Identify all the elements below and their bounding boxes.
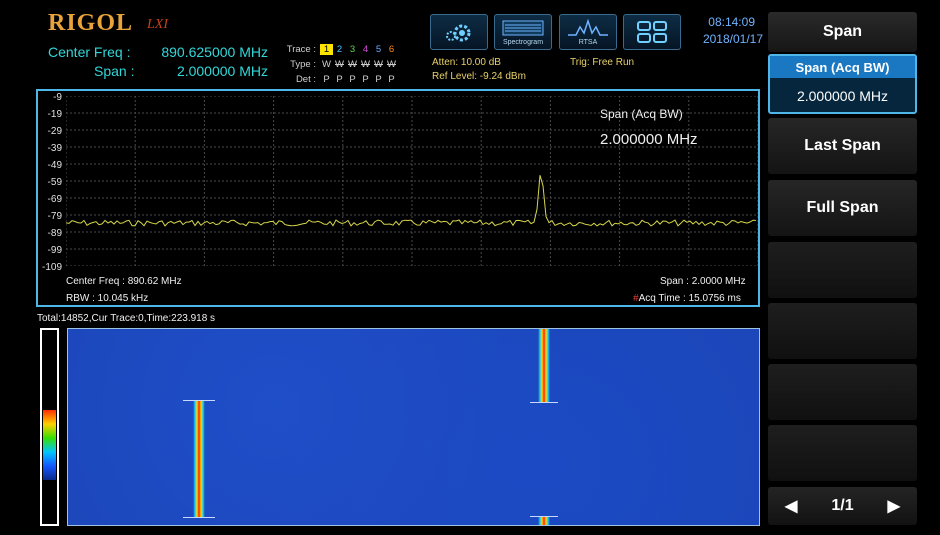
det-label: Det : — [295, 74, 316, 85]
type-label: Type : — [290, 59, 316, 70]
center-freq-value[interactable]: 890.625000 MHz — [148, 44, 268, 60]
trace-det: P — [323, 74, 330, 85]
trace-5[interactable]: 5 — [372, 44, 385, 55]
trace-det: P — [375, 74, 382, 85]
span-readout: Span : 2.0000 MHz — [660, 276, 746, 287]
trace-det: P — [388, 74, 395, 85]
stripe-edge — [183, 517, 215, 518]
rtsa-icon — [568, 18, 608, 36]
ref-level-value[interactable]: Ref Level: -9.24 dBm — [432, 71, 526, 82]
atten-value[interactable]: Atten: 10.00 dB — [432, 57, 501, 68]
empty-softkey[interactable] — [768, 303, 917, 359]
signal-stripe — [193, 401, 205, 518]
last-span-softkey[interactable]: Last Span — [768, 118, 917, 174]
spectrogram-button-label: Spectrogram — [502, 38, 544, 46]
color-scale-bar — [40, 328, 59, 526]
next-page-icon[interactable]: ▶ — [888, 496, 900, 516]
trace-type: W — [387, 59, 396, 70]
rtsa-button[interactable]: RTSA — [559, 14, 617, 50]
empty-softkey[interactable] — [768, 364, 917, 420]
y-tick-label: -9 — [53, 92, 62, 103]
grid-icon — [637, 21, 667, 43]
y-tick-label: -79 — [47, 211, 62, 222]
clock-time: 08:14:09 — [708, 15, 755, 29]
y-tick-label: -99 — [47, 245, 62, 256]
rigol-logo: RIGOL — [48, 10, 134, 36]
acq-time-readout: #Acq Time : 15.0756 ms — [633, 293, 741, 304]
y-tick-label: -59 — [47, 177, 62, 188]
spectrogram-waterfall[interactable] — [67, 328, 760, 526]
trace-type: W — [335, 59, 344, 70]
span-label: Span : — [94, 63, 135, 79]
spectrogram-icon — [502, 20, 544, 35]
trigger-status[interactable]: Trig: Free Run — [570, 57, 634, 68]
y-tick-label: -19 — [47, 109, 62, 120]
prev-page-icon[interactable]: ◀ — [785, 496, 797, 516]
stripe-edge — [183, 400, 215, 401]
stripe-edge — [530, 516, 558, 517]
spectrum-trace — [66, 175, 757, 227]
full-span-softkey[interactable]: Full Span — [768, 180, 917, 236]
spectrogram-button[interactable]: Spectrogram — [494, 14, 552, 50]
trace-det: P — [349, 74, 356, 85]
trace-det: P — [362, 74, 369, 85]
empty-softkey[interactable] — [768, 242, 917, 298]
layout-button[interactable] — [623, 14, 681, 50]
span-acq-bw-value: 2.000000 MHz — [796, 88, 889, 104]
y-tick-label: -69 — [47, 194, 62, 205]
trace-2[interactable]: 2 — [333, 44, 346, 55]
lxi-logo: LXI — [147, 17, 168, 32]
page-indicator: 1/1 — [831, 497, 854, 514]
overlay-title: Span (Acq BW) — [600, 107, 683, 121]
span-acq-bw-softkey[interactable]: Span (Acq BW) 2.000000 MHz — [768, 54, 917, 114]
trace-det: P — [336, 74, 343, 85]
clock-date: 2018/01/17 — [702, 32, 763, 46]
signal-stripe — [538, 329, 550, 403]
menu-title: Span — [768, 12, 917, 52]
settings-button[interactable] — [430, 14, 488, 50]
y-tick-label: -39 — [47, 143, 62, 154]
rbw-readout: RBW : 10.045 kHz — [66, 293, 149, 304]
y-tick-label: -49 — [47, 160, 62, 171]
center-freq-label: Center Freq : — [48, 44, 131, 60]
empty-softkey[interactable] — [768, 425, 917, 481]
trace-4[interactable]: 4 — [359, 44, 372, 55]
color-scale-gradient — [43, 410, 56, 480]
spectrum-plot[interactable] — [66, 96, 758, 266]
stripe-edge — [530, 402, 558, 403]
signal-stripe — [538, 517, 550, 525]
trace-type: W — [361, 59, 370, 70]
trace-6[interactable]: 6 — [385, 44, 398, 55]
y-tick-label: -29 — [47, 126, 62, 137]
center-freq-readout: Center Freq : 890.62 MHz — [66, 276, 182, 287]
span-acq-bw-label: Span (Acq BW) — [770, 56, 915, 78]
rtsa-button-label: RTSA — [578, 38, 598, 46]
trace-type: W — [348, 59, 357, 70]
trace-type: W — [322, 59, 331, 70]
trace-label: Trace : — [286, 44, 316, 55]
span-value[interactable]: 2.000000 MHz — [148, 63, 268, 79]
trace-3[interactable]: 3 — [346, 44, 359, 55]
page-navigator[interactable]: ◀ 1/1 ▶ — [768, 487, 917, 525]
trace-table[interactable]: Trace : 1 2 3 4 5 6 Type : W W W W W W D… — [278, 42, 398, 87]
gear-icon — [446, 24, 471, 42]
overlay-value: 2.000000 MHz — [600, 131, 698, 148]
trace-type: W — [374, 59, 383, 70]
spectrogram-header: Total:14852,Cur Trace:0,Time:223.918 s — [37, 313, 216, 324]
y-tick-label: -109 — [41, 262, 62, 273]
trace-1[interactable]: 1 — [320, 44, 333, 55]
y-tick-label: -89 — [47, 228, 62, 239]
